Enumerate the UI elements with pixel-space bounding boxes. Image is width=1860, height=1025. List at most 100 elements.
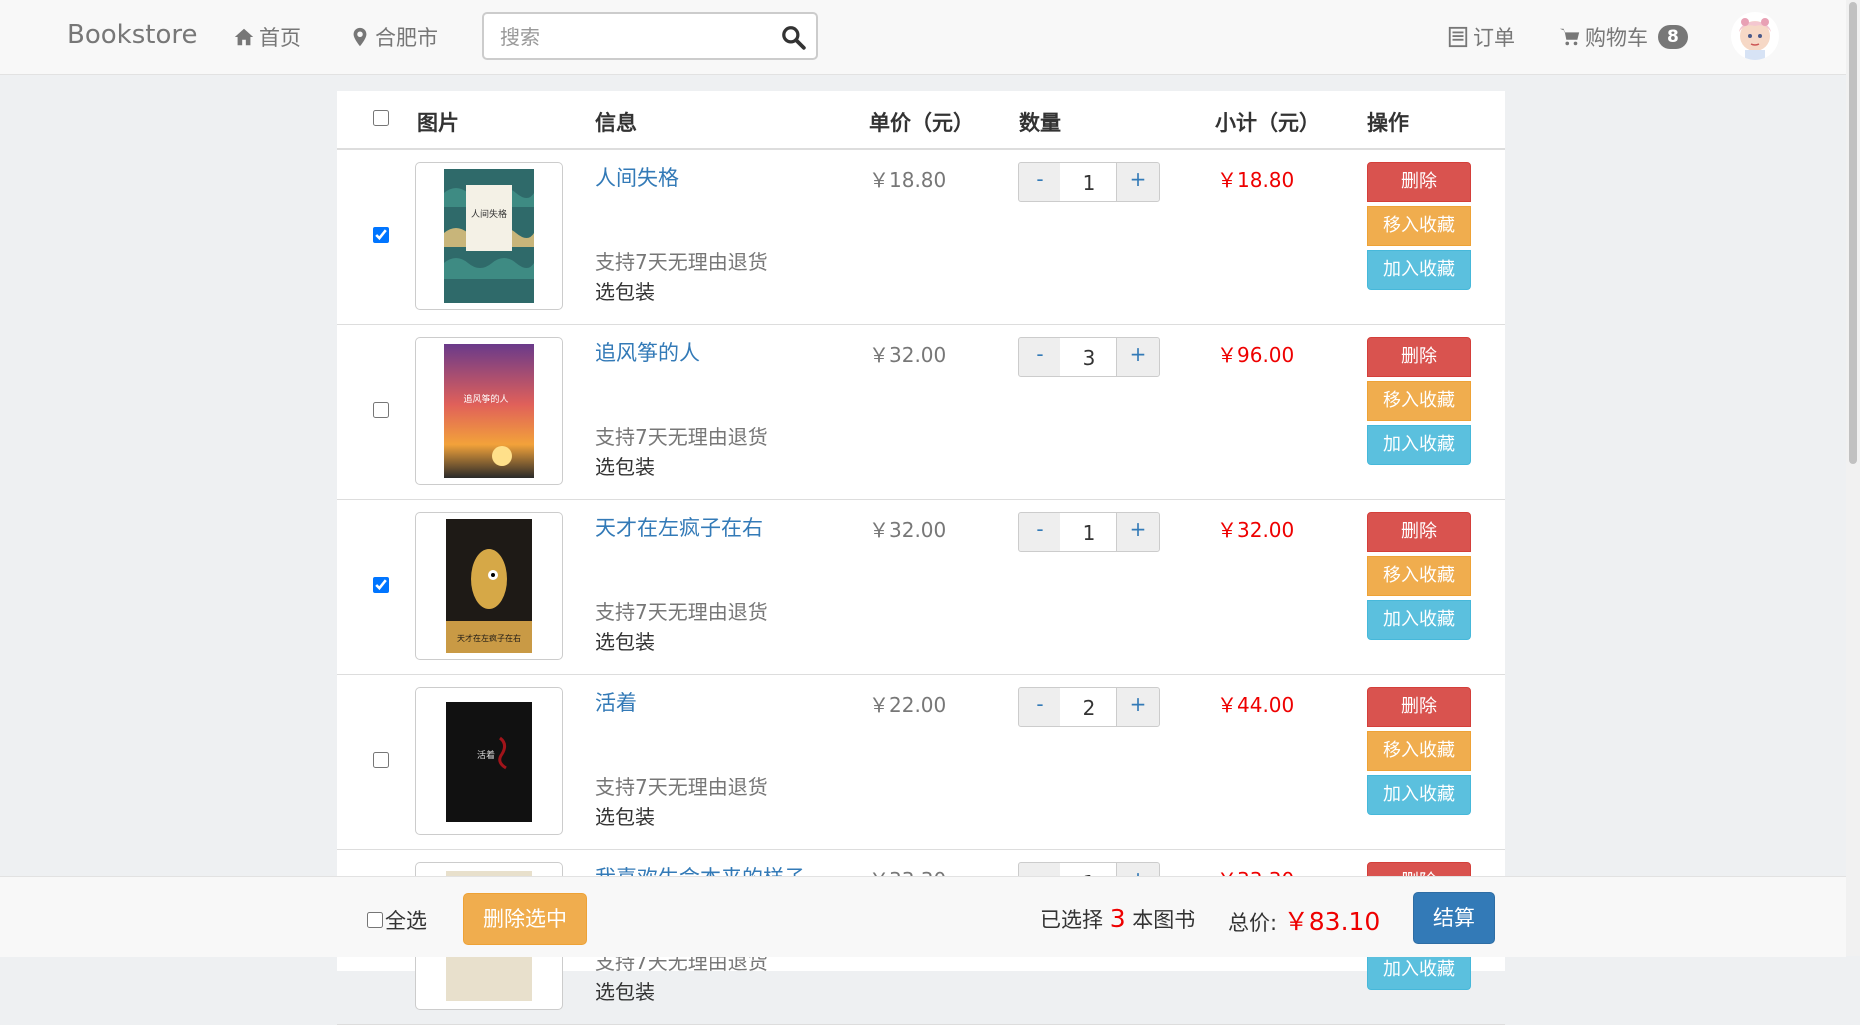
- book-title-link[interactable]: 人间失格: [595, 162, 679, 192]
- delete-button[interactable]: 删除: [1367, 162, 1471, 202]
- unit-price: ￥22.00: [869, 693, 947, 717]
- book-cover-image: 活着: [446, 702, 532, 822]
- packaging-option[interactable]: 选包装: [595, 451, 655, 480]
- qty-input[interactable]: 3: [1060, 337, 1118, 377]
- book-cover-thumbnail[interactable]: 活着: [415, 687, 563, 835]
- row-select-checkbox[interactable]: [373, 577, 389, 593]
- header-select-checkbox[interactable]: [373, 110, 389, 126]
- shopping-cart-icon: [1559, 28, 1580, 46]
- book-cover-thumbnail[interactable]: 天才在左疯子在右: [415, 512, 563, 660]
- row-select-checkbox[interactable]: [373, 227, 389, 243]
- selected-suffix: 本图书: [1132, 908, 1196, 932]
- qty-input[interactable]: 1: [1060, 512, 1118, 552]
- selected-prefix: 已选择: [1040, 908, 1103, 932]
- row-actions: 删除 移入收藏 加入收藏: [1367, 687, 1471, 815]
- total-label: 总价:: [1228, 911, 1278, 935]
- qty-decrease-button[interactable]: -: [1018, 162, 1062, 202]
- row-actions: 删除 移入收藏 加入收藏: [1367, 337, 1471, 465]
- search-input[interactable]: [498, 22, 762, 52]
- return-policy-text: 支持7天无理由退货: [595, 600, 768, 624]
- delete-button[interactable]: 删除: [1367, 687, 1471, 727]
- qty-input[interactable]: 2: [1060, 687, 1118, 727]
- quantity-stepper: - 2 +: [1018, 687, 1160, 727]
- table-header: 图片 信息 单价（元） 数量 小计（元） 操作: [337, 91, 1505, 150]
- select-all-checkbox[interactable]: [367, 912, 383, 928]
- cover-title-text: 人间失格: [471, 208, 507, 220]
- row-select-checkbox[interactable]: [373, 402, 389, 418]
- qty-input[interactable]: 1: [1060, 162, 1118, 202]
- book-title-link[interactable]: 追风筝的人: [595, 337, 700, 367]
- qty-decrease-button[interactable]: -: [1018, 512, 1062, 552]
- navbar: Bookstore 首页 合肥市 订单 购物车 8: [0, 0, 1846, 75]
- nav-cart-link[interactable]: 购物车 8: [1559, 22, 1688, 52]
- qty-increase-button[interactable]: +: [1116, 162, 1160, 202]
- packaging-option[interactable]: 选包装: [595, 626, 655, 655]
- add-to-favorites-button[interactable]: 加入收藏: [1367, 250, 1471, 290]
- packaging-option[interactable]: 选包装: [595, 801, 655, 830]
- move-to-favorites-button[interactable]: 移入收藏: [1367, 731, 1471, 771]
- qty-increase-button[interactable]: +: [1116, 687, 1160, 727]
- add-to-favorites-button[interactable]: 加入收藏: [1367, 775, 1471, 815]
- delete-button[interactable]: 删除: [1367, 337, 1471, 377]
- row-subtotal: ￥32.00: [1217, 518, 1295, 542]
- checkout-button[interactable]: 结算: [1413, 892, 1495, 944]
- nav-location-label: 合肥市: [375, 26, 438, 50]
- select-all-toggle[interactable]: 全选: [367, 905, 427, 935]
- total-value: ￥83.10: [1283, 907, 1381, 936]
- delete-selected-button[interactable]: 删除选中: [463, 893, 587, 945]
- table-row: 追风筝的人 追风筝的人 支持7天无理由退货 选包装 ￥32.00 - 3 + ￥…: [337, 325, 1505, 500]
- qty-decrease-button[interactable]: -: [1018, 687, 1062, 727]
- row-actions: 删除 移入收藏 加入收藏: [1367, 162, 1471, 290]
- list-icon: [1448, 26, 1468, 48]
- cart-count-badge: 8: [1658, 25, 1688, 49]
- qty-increase-button[interactable]: +: [1116, 512, 1160, 552]
- book-cover-image: 人间失格: [444, 169, 534, 303]
- add-to-favorites-button[interactable]: 加入收藏: [1367, 600, 1471, 640]
- book-cover-thumbnail[interactable]: 人间失格: [415, 162, 563, 310]
- user-avatar[interactable]: [1731, 12, 1779, 60]
- table-row: 天才在左疯子在右 天才在左疯子在右 支持7天无理由退货 选包装 ￥32.00 -…: [337, 500, 1505, 675]
- book-cover-image: 追风筝的人: [444, 344, 534, 478]
- return-policy-text: 支持7天无理由退货: [595, 425, 768, 449]
- book-cover-image: 天才在左疯子在右: [446, 519, 532, 653]
- select-all-label: 全选: [385, 909, 427, 933]
- qty-increase-button[interactable]: +: [1116, 337, 1160, 377]
- book-cover-thumbnail[interactable]: 追风筝的人: [415, 337, 563, 485]
- move-to-favorites-button[interactable]: 移入收藏: [1367, 381, 1471, 421]
- search-icon[interactable]: [780, 24, 806, 50]
- page-scrollbar[interactable]: [1846, 0, 1860, 956]
- packaging-option[interactable]: 选包装: [595, 976, 655, 1005]
- quantity-stepper: - 1 +: [1018, 512, 1160, 552]
- col-header-image: 图片: [417, 111, 459, 135]
- nav-orders-link[interactable]: 订单: [1447, 22, 1515, 52]
- nav-orders-label: 订单: [1473, 26, 1515, 50]
- col-header-subtotal: 小计（元）: [1215, 111, 1320, 135]
- cart-footer: 全选 删除选中 已选择 3 本图书 总价: ￥83.10 结算: [0, 876, 1846, 957]
- packaging-option[interactable]: 选包装: [595, 276, 655, 305]
- cover-title-text: 天才在左疯子在右: [457, 633, 521, 643]
- book-title-link[interactable]: 活着: [595, 687, 637, 717]
- selected-count-text: 已选择 3 本图书: [1040, 904, 1195, 934]
- nav-location-link[interactable]: 合肥市: [349, 22, 438, 52]
- scrollbar-thumb[interactable]: [1849, 2, 1857, 464]
- nav-home-link[interactable]: 首页: [233, 22, 301, 52]
- add-to-favorites-button[interactable]: 加入收藏: [1367, 425, 1471, 465]
- row-subtotal: ￥18.80: [1217, 168, 1295, 192]
- delete-button[interactable]: 删除: [1367, 512, 1471, 552]
- move-to-favorites-button[interactable]: 移入收藏: [1367, 556, 1471, 596]
- cover-title-text: 追风筝的人: [463, 393, 508, 405]
- move-to-favorites-button[interactable]: 移入收藏: [1367, 206, 1471, 246]
- row-subtotal: ￥96.00: [1217, 343, 1295, 367]
- table-row: 活着 活着 支持7天无理由退货 选包装 ￥22.00 - 2 + ￥44.00 …: [337, 675, 1505, 850]
- map-marker-icon: [353, 27, 367, 47]
- anime-avatar-image: [1731, 12, 1779, 60]
- cart-table: 图片 信息 单价（元） 数量 小计（元） 操作 人间失格 人间失格 支持7天无理…: [337, 91, 1505, 1025]
- brand-logo[interactable]: Bookstore: [67, 20, 197, 50]
- return-policy-text: 支持7天无理由退货: [595, 250, 768, 274]
- home-icon: [234, 28, 254, 46]
- book-title-link[interactable]: 天才在左疯子在右: [595, 512, 763, 542]
- row-select-checkbox[interactable]: [373, 752, 389, 768]
- col-header-info: 信息: [595, 111, 637, 135]
- nav-home-label: 首页: [259, 26, 301, 50]
- qty-decrease-button[interactable]: -: [1018, 337, 1062, 377]
